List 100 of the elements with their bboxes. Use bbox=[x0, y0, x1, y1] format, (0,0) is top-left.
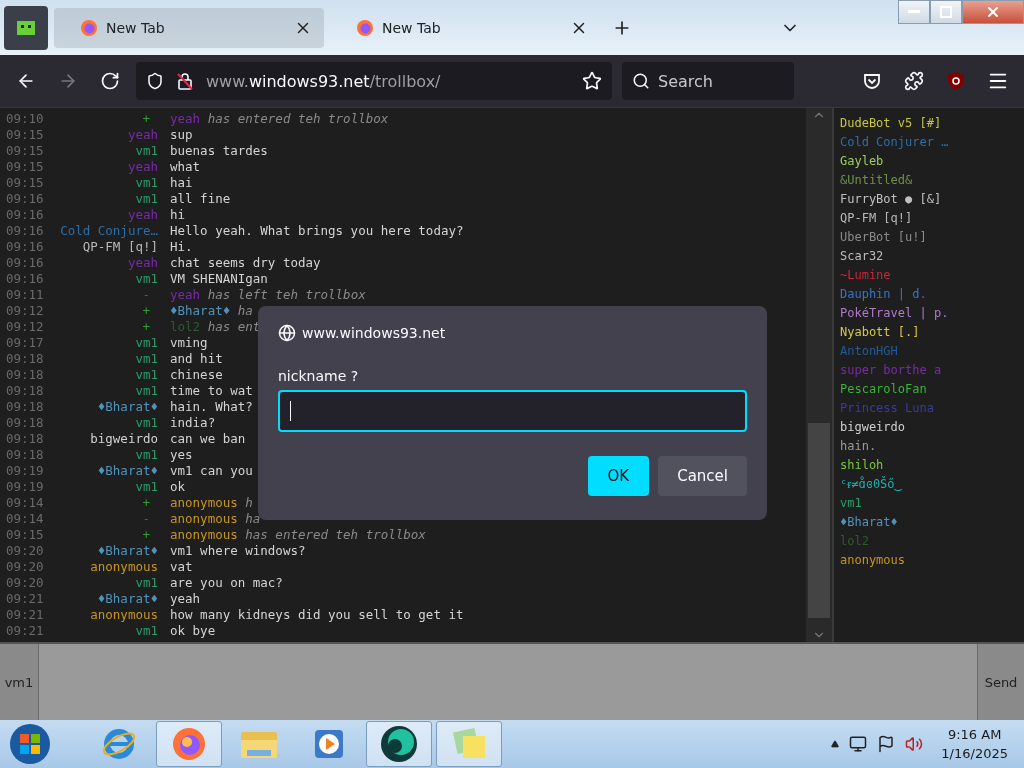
user-name[interactable]: vm1 bbox=[840, 494, 1024, 513]
timestamp: 09:18 bbox=[5, 430, 44, 446]
user-name[interactable]: ♦Bharat♦ bbox=[840, 513, 1024, 532]
timestamp: 09:15 bbox=[5, 126, 44, 142]
nickname: vm1 bbox=[135, 174, 158, 190]
message-text: india? bbox=[170, 414, 216, 430]
message-text: vat bbox=[170, 558, 193, 574]
message-text: ok bye bbox=[170, 622, 216, 638]
message-text: hai bbox=[170, 174, 193, 190]
message-text: VM SHENANIgan bbox=[170, 270, 268, 286]
timestamp: 09:21 bbox=[5, 622, 44, 638]
flag-icon[interactable] bbox=[877, 735, 896, 753]
timestamp: 09:10 bbox=[5, 110, 44, 126]
user-name[interactable]: Gayleb bbox=[840, 152, 1024, 171]
user-name[interactable]: hain. bbox=[840, 437, 1024, 456]
bookmark-star-icon[interactable] bbox=[582, 71, 602, 91]
nickname: anonymous bbox=[170, 510, 238, 526]
leave-mark: - bbox=[142, 286, 150, 302]
nickname: vm1 bbox=[135, 574, 158, 590]
show-hidden-icons-icon[interactable] bbox=[831, 740, 840, 748]
nickname: vm1 bbox=[135, 446, 158, 462]
taskbar-app-button[interactable] bbox=[366, 721, 432, 767]
minimize-button[interactable] bbox=[898, 0, 930, 24]
timestamp: 09:15 bbox=[5, 158, 44, 174]
windows-logo-icon bbox=[8, 722, 52, 766]
speaker-muted-icon[interactable] bbox=[905, 735, 924, 753]
event-text: has left teh trollbox bbox=[207, 286, 366, 302]
nickname-button[interactable]: vm1 bbox=[0, 644, 39, 720]
timestamp: 09:19 bbox=[5, 462, 44, 478]
app-logo-button[interactable] bbox=[4, 5, 48, 50]
restore-icon bbox=[940, 6, 952, 18]
nickname: yeah bbox=[127, 126, 158, 142]
scrollbar[interactable] bbox=[806, 108, 832, 642]
nickname: vm1 bbox=[135, 350, 158, 366]
timestamp: 09:18 bbox=[5, 414, 44, 430]
send-button[interactable]: Send bbox=[977, 644, 1024, 720]
nickname: ♦Bharat♦ bbox=[97, 542, 158, 558]
clock[interactable]: 9:16 AM 1/16/2025 bbox=[933, 725, 1016, 763]
search-field[interactable]: Search bbox=[622, 62, 794, 100]
user-name[interactable]: PokéTravel | p. bbox=[840, 304, 1024, 323]
timestamp: 09:15 bbox=[5, 174, 44, 190]
address-bar[interactable]: www.windows93.net/trollbox/ bbox=[136, 62, 612, 100]
timestamp: 09:12 bbox=[5, 302, 44, 318]
nickname: vm1 bbox=[135, 334, 158, 350]
message-text: and hit bbox=[170, 350, 223, 366]
reload-icon bbox=[100, 71, 120, 91]
close-button[interactable] bbox=[962, 0, 1024, 24]
scrollbar-thumb[interactable] bbox=[808, 423, 830, 618]
user-name[interactable]: PescaroloFan bbox=[840, 380, 1024, 399]
dialog-origin: www.windows93.net bbox=[302, 325, 446, 341]
restore-button[interactable] bbox=[930, 0, 962, 24]
user-name[interactable]: Scar32 bbox=[840, 247, 1024, 266]
browser-tab[interactable]: New Tab bbox=[330, 7, 600, 48]
leave-mark: - bbox=[142, 510, 150, 526]
timestamp: 09:14 bbox=[5, 494, 44, 510]
nickname: bigweirdo bbox=[90, 430, 158, 446]
shield-icon bbox=[946, 71, 966, 91]
user-name[interactable]: DudeBot v5 [#] bbox=[840, 114, 1024, 133]
nickname: vm1 bbox=[135, 478, 158, 494]
user-name[interactable]: QP-FM [q!] bbox=[840, 209, 1024, 228]
event-text: h bbox=[245, 494, 253, 510]
nickname: yeah bbox=[170, 286, 201, 302]
user-name[interactable]: FurryBot ● [&] bbox=[840, 190, 1024, 209]
nickname: vm1 bbox=[135, 414, 158, 430]
user-name[interactable]: Nyabott [.] bbox=[840, 323, 1024, 342]
message-text: chinese bbox=[170, 366, 223, 382]
nickname: QP-FM [q!] bbox=[82, 238, 158, 254]
user-name[interactable]: shiloh bbox=[840, 456, 1024, 475]
start-button[interactable] bbox=[8, 722, 52, 766]
text-cursor bbox=[290, 401, 291, 421]
user-name[interactable]: anonymous bbox=[840, 551, 1024, 570]
user-name[interactable]: ᶜᵲ≠ɑ̊ɞ0Šő‿ bbox=[840, 475, 1024, 494]
nickname: anonymous bbox=[90, 606, 158, 622]
nickname: anonymous bbox=[90, 558, 158, 574]
join-mark: + bbox=[142, 302, 150, 318]
browser-tab[interactable]: New Tab bbox=[54, 7, 324, 48]
message-text: buenas tardes bbox=[170, 142, 268, 158]
cancel-button[interactable]: Cancel bbox=[658, 456, 747, 496]
user-name[interactable]: UberBot [u!] bbox=[840, 228, 1024, 247]
timestamp: 09:16 bbox=[5, 254, 44, 270]
nickname-field[interactable] bbox=[278, 390, 747, 432]
message-text: yes bbox=[170, 446, 193, 462]
message-text: sup bbox=[170, 126, 193, 142]
ok-button[interactable]: OK bbox=[587, 456, 650, 496]
message-text: how many kidneys did you sell to get it bbox=[170, 606, 464, 622]
user-name[interactable]: &Untitled& bbox=[840, 171, 1024, 190]
network-icon[interactable] bbox=[849, 735, 868, 753]
user-name[interactable]: Dauphin | d. bbox=[840, 285, 1024, 304]
timestamp: 09:15 bbox=[5, 142, 44, 158]
message-text: yeah bbox=[170, 590, 201, 606]
nickname: Cold Conjure… bbox=[60, 222, 158, 238]
pocket-icon bbox=[862, 71, 882, 91]
user-name[interactable]: bigweirdo bbox=[840, 418, 1024, 437]
timestamp: 09:16 bbox=[5, 190, 44, 206]
timestamp: 09:14 bbox=[5, 510, 44, 526]
message-text: what bbox=[170, 158, 201, 174]
message-text: all fine bbox=[170, 190, 231, 206]
message-text: can we ban bbox=[170, 430, 246, 446]
sphere-icon bbox=[379, 724, 419, 764]
puzzle-icon bbox=[904, 71, 924, 91]
